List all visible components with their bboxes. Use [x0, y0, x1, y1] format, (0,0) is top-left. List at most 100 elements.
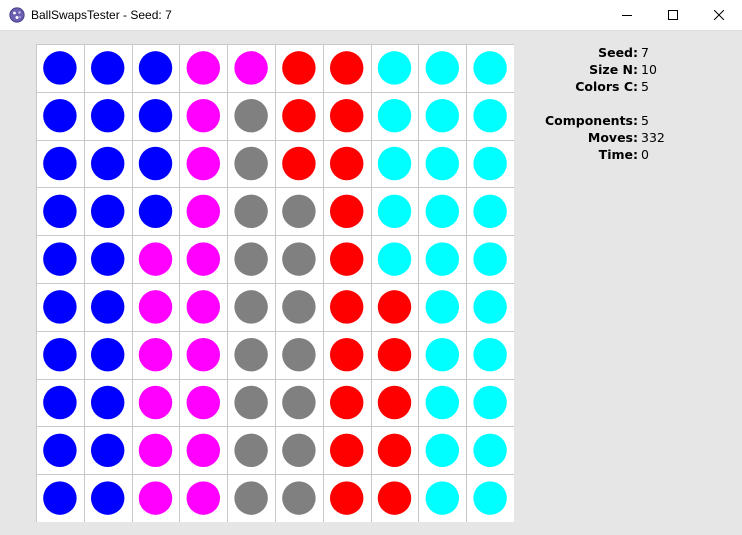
ball-cell[interactable] — [90, 290, 125, 324]
ball-cell[interactable] — [329, 337, 364, 372]
ball-cell[interactable] — [234, 481, 268, 515]
ball-cell[interactable] — [425, 290, 460, 324]
ball-cell[interactable] — [425, 146, 460, 181]
ball-cell[interactable] — [90, 51, 125, 85]
ball-cell[interactable] — [234, 194, 268, 229]
ball-cell[interactable] — [282, 194, 316, 229]
ball-cell[interactable] — [473, 98, 507, 133]
ball-cell[interactable] — [329, 433, 364, 468]
ball-cell[interactable] — [425, 481, 460, 515]
ball-cell[interactable] — [138, 481, 173, 515]
ball-cell[interactable] — [282, 337, 316, 372]
ball-cell[interactable] — [90, 337, 125, 372]
ball-cell[interactable] — [329, 98, 364, 133]
ball-cell[interactable] — [234, 290, 268, 324]
ball-cell[interactable] — [425, 242, 460, 276]
ball-cell[interactable] — [186, 385, 221, 420]
ball-cell[interactable] — [377, 385, 412, 420]
ball-cell[interactable] — [425, 194, 460, 229]
ball-cell[interactable] — [90, 481, 125, 515]
ball-cell[interactable] — [377, 242, 412, 276]
ball-cell[interactable] — [186, 51, 221, 85]
ball-cell[interactable] — [43, 194, 77, 229]
ball-cell[interactable] — [186, 146, 221, 181]
ball-cell[interactable] — [90, 433, 125, 468]
ball-cell[interactable] — [329, 290, 364, 324]
ball-cell[interactable] — [186, 481, 221, 515]
ball-cell[interactable] — [473, 290, 507, 324]
ball-cell[interactable] — [377, 146, 412, 181]
ball-cell[interactable] — [138, 98, 173, 133]
ball-cell[interactable] — [282, 481, 316, 515]
ball-cell[interactable] — [43, 290, 77, 324]
ball-cell[interactable] — [43, 51, 77, 85]
ball-cell[interactable] — [186, 98, 221, 133]
minimize-button[interactable] — [604, 0, 650, 30]
ball-cell[interactable] — [234, 385, 268, 420]
ball-cell[interactable] — [138, 51, 173, 85]
ball-cell[interactable] — [473, 481, 507, 515]
ball-cell[interactable] — [138, 146, 173, 181]
ball-cell[interactable] — [377, 337, 412, 372]
ball-cell[interactable] — [138, 433, 173, 468]
ball-cell[interactable] — [329, 481, 364, 515]
ball-cell[interactable] — [377, 51, 412, 85]
ball-cell[interactable] — [43, 98, 77, 133]
ball-cell[interactable] — [329, 51, 364, 85]
ball-cell[interactable] — [234, 242, 268, 276]
ball-cell[interactable] — [43, 433, 77, 468]
game-board[interactable] — [36, 44, 514, 522]
close-button[interactable] — [696, 0, 742, 30]
board-canvas[interactable] — [36, 44, 514, 522]
ball-cell[interactable] — [138, 242, 173, 276]
ball-cell[interactable] — [473, 385, 507, 420]
maximize-button[interactable] — [650, 0, 696, 30]
ball-cell[interactable] — [138, 194, 173, 229]
ball-cell[interactable] — [473, 51, 507, 85]
ball-cell[interactable] — [473, 146, 507, 181]
ball-cell[interactable] — [186, 290, 221, 324]
ball-cell[interactable] — [282, 242, 316, 276]
ball-cell[interactable] — [138, 290, 173, 324]
ball-cell[interactable] — [282, 290, 316, 324]
ball-cell[interactable] — [234, 433, 268, 468]
ball-cell[interactable] — [282, 98, 316, 133]
ball-cell[interactable] — [425, 337, 460, 372]
ball-cell[interactable] — [90, 98, 125, 133]
ball-cell[interactable] — [377, 290, 412, 324]
ball-cell[interactable] — [329, 194, 364, 229]
ball-cell[interactable] — [473, 433, 507, 468]
ball-cell[interactable] — [43, 481, 77, 515]
ball-cell[interactable] — [377, 481, 412, 515]
ball-cell[interactable] — [90, 242, 125, 276]
ball-cell[interactable] — [234, 51, 268, 85]
ball-cell[interactable] — [473, 337, 507, 372]
ball-cell[interactable] — [282, 146, 316, 181]
ball-cell[interactable] — [377, 194, 412, 229]
ball-cell[interactable] — [234, 98, 268, 133]
ball-cell[interactable] — [138, 385, 173, 420]
ball-cell[interactable] — [234, 337, 268, 372]
ball-cell[interactable] — [43, 385, 77, 420]
ball-cell[interactable] — [43, 337, 77, 372]
ball-cell[interactable] — [282, 433, 316, 468]
ball-cell[interactable] — [377, 98, 412, 133]
ball-cell[interactable] — [425, 433, 460, 468]
ball-cell[interactable] — [186, 194, 221, 229]
ball-cell[interactable] — [473, 194, 507, 229]
ball-cell[interactable] — [43, 146, 77, 181]
ball-cell[interactable] — [90, 146, 125, 181]
ball-cell[interactable] — [425, 98, 460, 133]
ball-cell[interactable] — [473, 242, 507, 276]
ball-cell[interactable] — [138, 337, 173, 372]
ball-cell[interactable] — [329, 385, 364, 420]
ball-cell[interactable] — [329, 242, 364, 276]
ball-cell[interactable] — [282, 385, 316, 420]
ball-cell[interactable] — [425, 385, 460, 420]
ball-cell[interactable] — [186, 242, 221, 276]
ball-cell[interactable] — [329, 146, 364, 181]
ball-cell[interactable] — [234, 146, 268, 181]
ball-cell[interactable] — [90, 194, 125, 229]
ball-cell[interactable] — [186, 337, 221, 372]
ball-cell[interactable] — [377, 433, 412, 468]
